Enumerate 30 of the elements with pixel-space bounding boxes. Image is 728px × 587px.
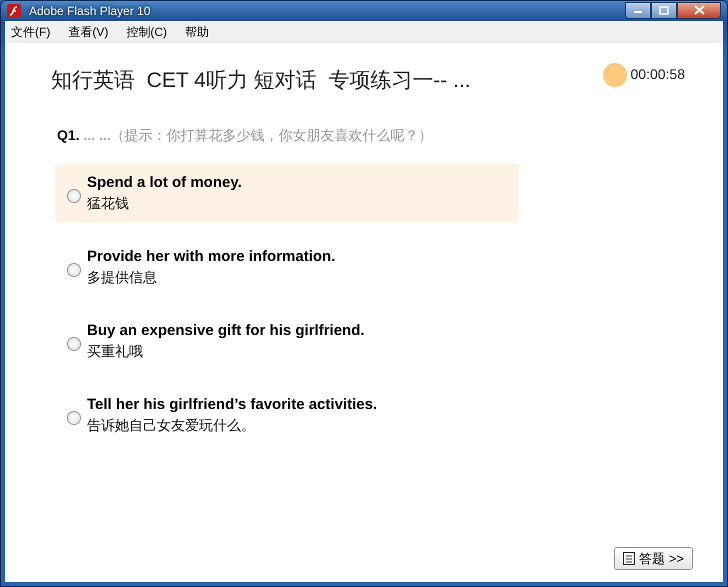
menu-item[interactable]: 查看(V) (62, 23, 114, 41)
radio-button[interactable] (67, 337, 81, 351)
option-text: Provide her with more information. (87, 247, 336, 267)
answer-button[interactable]: 答题 >> (614, 547, 693, 570)
window-title: Adobe Flash Player 10 (29, 3, 150, 20)
menu-item[interactable]: 控制(C) (120, 23, 173, 41)
question-text: Q1. ... ...（提示：你打算花多少钱，你女朋友喜欢什么呢？） (56, 126, 434, 145)
menu-item[interactable]: 文件(F) (5, 23, 56, 41)
radio-button[interactable] (67, 189, 81, 203)
close-button[interactable] (677, 2, 721, 18)
timer-text: 00:00:58 (630, 65, 685, 84)
option-highlight[interactable]: Spend a lot of money. 猛花钱 (55, 164, 519, 222)
option-translation: 猛花钱 (87, 194, 130, 213)
timer-dot-icon (602, 62, 626, 86)
lesson-title: 知行英语 CET 4听力 短对话 专项练习一-- ... (51, 68, 471, 94)
radio-button[interactable] (67, 411, 81, 425)
minimize-button[interactable] (625, 2, 651, 18)
option-text: Tell her his girlfriend’s favorite activities. (87, 395, 378, 415)
option-translation: 买重礼哦 (87, 342, 144, 361)
option-text: Spend a lot of money. (87, 173, 242, 193)
close-icon (694, 5, 704, 15)
option-text: Buy an expensive gift for his girlfriend. (87, 321, 365, 341)
option-translation: 多提供信息 (87, 268, 158, 287)
maximize-button[interactable] (651, 2, 677, 18)
maximize-icon (659, 6, 669, 14)
list-icon (623, 552, 636, 565)
option-translation: 告诉她自己女友爱玩什么。 (87, 416, 256, 435)
menu-item[interactable]: 帮助 (179, 23, 215, 41)
flash-app-icon (7, 4, 21, 18)
radio-button[interactable] (67, 263, 81, 277)
